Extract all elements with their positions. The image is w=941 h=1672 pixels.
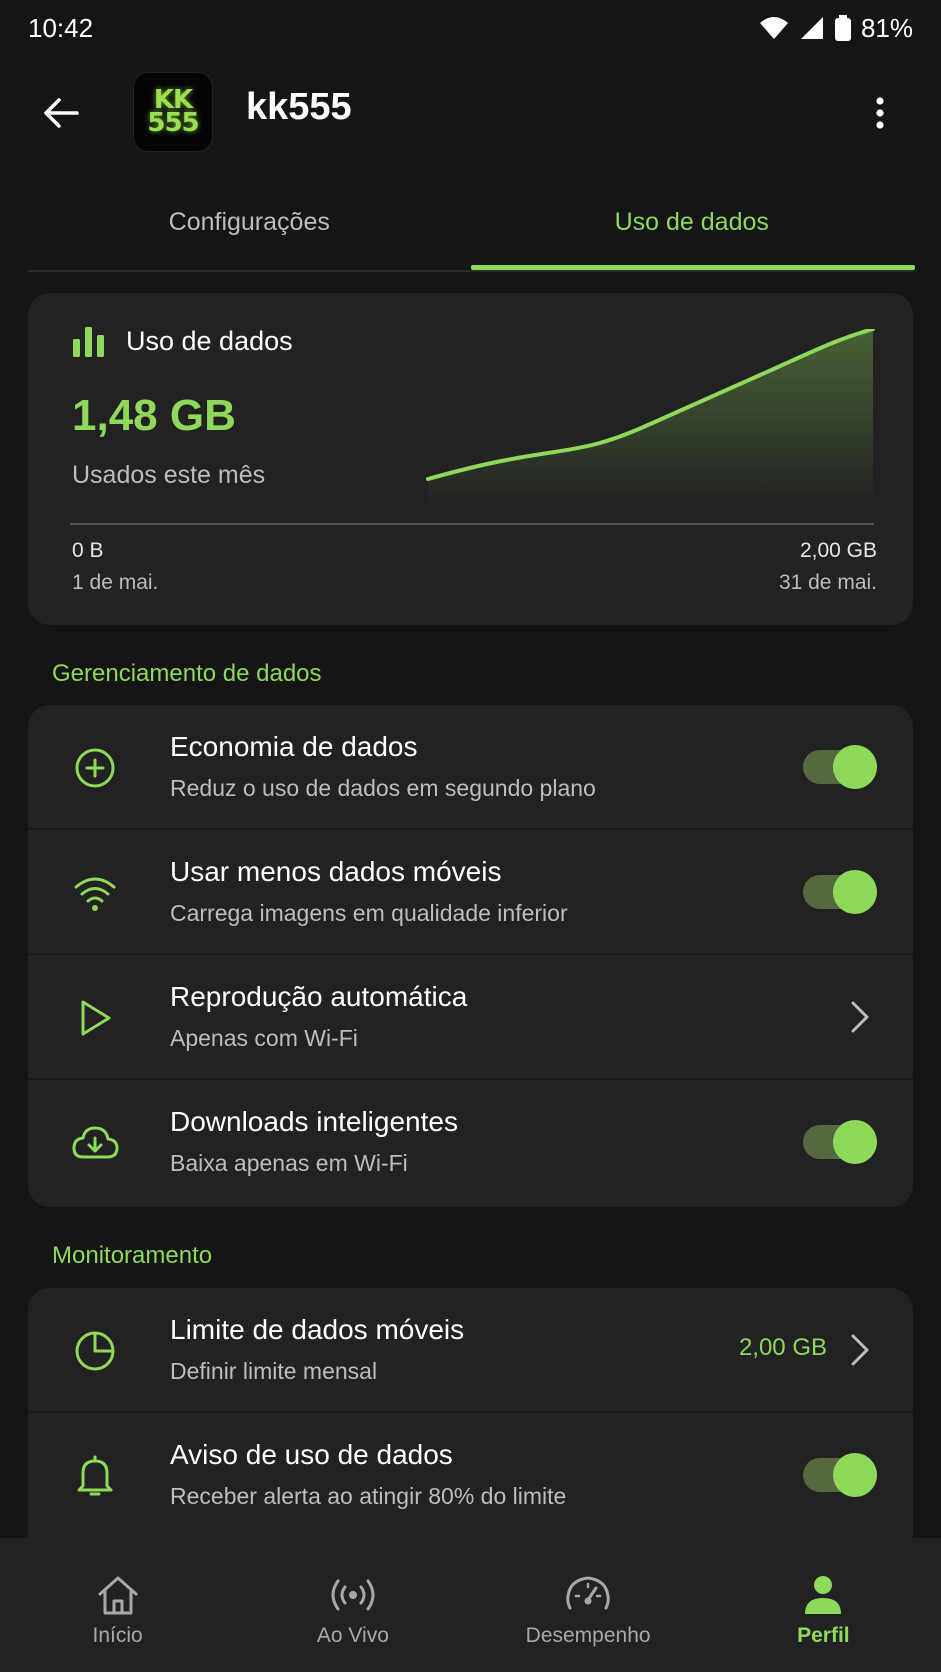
battery-icon	[834, 15, 851, 41]
tab-uso-de-dados[interactable]: Uso de dados	[470, 180, 915, 270]
tab-configuracoes[interactable]: Configurações	[28, 180, 471, 264]
status-bar: 10:42 81%	[0, 0, 941, 56]
person-icon	[805, 1576, 842, 1614]
battery-percent: 81%	[860, 12, 913, 43]
usage-value: 1,48 GB	[72, 391, 236, 440]
chevron-right-icon	[851, 1001, 869, 1033]
data-saver-toggle[interactable]	[803, 745, 877, 789]
toggle-thumb	[833, 745, 877, 789]
nav-inicio[interactable]: Início	[0, 1538, 235, 1672]
nav-perfil[interactable]: Perfil	[706, 1538, 941, 1672]
more-vert-icon	[876, 97, 884, 129]
monitoring-card: Limite de dados móveis Definir limite me…	[28, 1288, 913, 1538]
row-economia-de-dados[interactable]: Economia de dados Reduz o uso de dados e…	[28, 705, 913, 830]
row-subtitle: Reduz o uso de dados em segundo plano	[170, 775, 596, 801]
axis-end-date: 31 de mai.	[778, 571, 877, 594]
axis-end-value: 2,00 GB	[799, 539, 877, 562]
section-data-management: Gerenciamento de dados	[52, 660, 322, 687]
axis-start-value: 0 B	[72, 539, 104, 562]
usage-axis-line	[70, 523, 874, 525]
row-reproducao-automatica[interactable]: Reprodução automática Apenas com Wi-Fi	[28, 955, 913, 1080]
speedometer-icon	[566, 1576, 610, 1610]
toggle-thumb	[833, 1453, 877, 1497]
app-bar: KK 555 kk555	[0, 64, 941, 160]
row-title: Limite de dados móveis	[170, 1314, 465, 1345]
nav-label: Perfil	[797, 1624, 850, 1647]
row-title: Aviso de uso de dados	[170, 1439, 453, 1470]
toggle-thumb	[833, 1120, 877, 1164]
play-icon	[70, 993, 120, 1043]
toggle-thumb	[833, 870, 877, 914]
usage-card-header: Uso de dados	[72, 325, 293, 357]
home-icon	[98, 1576, 138, 1615]
tab-bar: Configurações Uso de dados	[28, 180, 915, 272]
live-icon	[331, 1579, 375, 1611]
row-usar-menos-dados[interactable]: Usar menos dados móveis Carrega imagens …	[28, 830, 913, 955]
row-title: Reprodução automática	[170, 981, 468, 1012]
data-saver-icon	[70, 743, 120, 793]
row-title: Downloads inteligentes	[170, 1106, 458, 1137]
more-options-button[interactable]	[862, 90, 898, 136]
wifi-icon	[70, 868, 120, 918]
row-downloads-inteligentes[interactable]: Downloads inteligentes Baixa apenas em W…	[28, 1080, 913, 1205]
data-usage-card: Uso de dados 1,48 GB Usados este mês 0 B…	[28, 293, 913, 625]
chevron-right-icon	[851, 1334, 869, 1366]
row-subtitle: Apenas com Wi-Fi	[170, 1025, 358, 1051]
row-title: Economia de dados	[170, 731, 418, 762]
bar-chart-icon	[73, 327, 104, 357]
less-mobile-data-toggle[interactable]	[803, 870, 877, 914]
status-time: 10:42	[28, 12, 94, 43]
cloud-download-icon	[70, 1118, 120, 1168]
row-aviso-de-uso[interactable]: Aviso de uso de dados Receber alerta ao …	[28, 1413, 913, 1538]
nav-ao-vivo[interactable]: Ao Vivo	[235, 1538, 470, 1672]
wifi-status-icon	[759, 17, 788, 39]
axis-start-date: 1 de mai.	[72, 571, 159, 594]
signal-icon	[800, 17, 823, 39]
nav-desempenho[interactable]: Desempenho	[471, 1538, 706, 1672]
status-icons: 81%	[759, 13, 913, 44]
smart-downloads-toggle[interactable]	[803, 1120, 877, 1164]
row-subtitle: Definir limite mensal	[170, 1358, 378, 1384]
nav-label: Desempenho	[525, 1624, 651, 1647]
row-limite-de-dados[interactable]: Limite de dados móveis Definir limite me…	[28, 1288, 913, 1413]
bell-icon	[70, 1451, 120, 1501]
usage-trend-chart	[426, 329, 875, 509]
arrow-left-icon	[44, 98, 79, 128]
nav-label: Início	[92, 1624, 143, 1647]
row-subtitle: Carrega imagens em qualidade inferior	[170, 900, 568, 926]
usage-subtitle: Usados este mês	[72, 461, 266, 489]
app-logo-line2: 555	[147, 108, 199, 138]
row-title: Usar menos dados móveis	[170, 856, 502, 887]
bottom-navigation: Início Ao Vivo Desempenho Perfil	[0, 1538, 941, 1672]
section-monitoring: Monitoramento	[52, 1242, 213, 1269]
usage-card-title: Uso de dados	[126, 325, 293, 356]
row-subtitle: Receber alerta ao atingir 80% do limite	[170, 1483, 567, 1509]
pie-chart-icon	[70, 1326, 120, 1376]
usage-alert-toggle[interactable]	[803, 1453, 877, 1497]
data-management-card: Economia de dados Reduz o uso de dados e…	[28, 705, 913, 1207]
app-title: kk555	[246, 86, 352, 128]
row-subtitle: Baixa apenas em Wi-Fi	[170, 1150, 408, 1176]
app-logo: KK 555	[134, 73, 212, 151]
nav-label: Ao Vivo	[316, 1624, 389, 1647]
back-button[interactable]	[38, 90, 84, 136]
data-limit-value: 2,00 GB	[738, 1334, 827, 1361]
